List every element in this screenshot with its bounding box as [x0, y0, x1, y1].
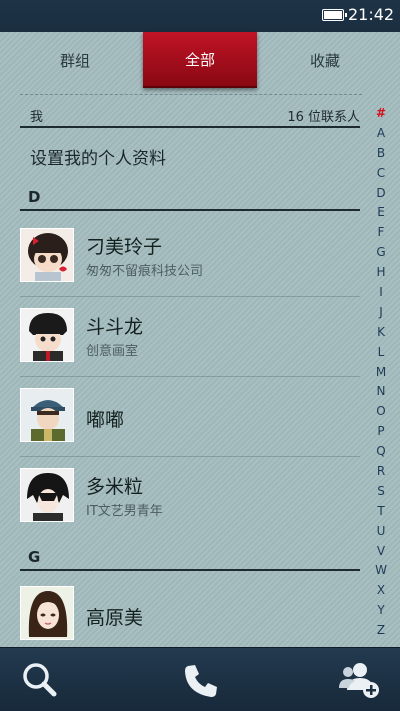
avatar — [20, 388, 74, 442]
me-header: 我 16 位联系人 — [20, 106, 360, 125]
tab-favorites[interactable]: 收藏 — [250, 32, 400, 88]
status-time: 21:42 — [348, 5, 395, 24]
section-divider — [20, 126, 360, 128]
index-letter[interactable]: C — [368, 164, 394, 184]
contact-name: 嘟嘟 — [86, 409, 125, 431]
section-divider — [20, 209, 360, 211]
contact-subtitle: 创意画室 — [86, 344, 139, 359]
search-button[interactable] — [20, 660, 60, 700]
index-letter[interactable]: B — [368, 144, 394, 164]
tab-all[interactable]: 全部 — [143, 32, 257, 88]
index-letter[interactable]: W — [368, 561, 394, 581]
tab-bar: 群组 全部 收藏 — [0, 32, 400, 95]
contact-subtitle: IT文艺男青年 — [86, 504, 163, 519]
avatar — [20, 228, 74, 282]
avatar — [20, 468, 74, 522]
contacts-panel: 群组 全部 收藏 我 16 位联系人 设置我的个人资料 D 刁美玲子 匆匆不留痕… — [0, 32, 400, 647]
index-letter[interactable]: U — [368, 522, 394, 542]
avatar — [20, 308, 74, 362]
add-contact-button[interactable] — [338, 660, 379, 700]
index-letter[interactable]: Z — [368, 621, 394, 641]
contact-name: 多米粒 — [86, 476, 144, 498]
setup-profile-item[interactable]: 设置我的个人资料 — [30, 144, 166, 169]
tab-divider — [20, 94, 362, 95]
phone-icon — [185, 665, 217, 697]
section-letter: D — [28, 188, 41, 206]
index-letter[interactable]: # — [368, 104, 394, 124]
contact-name: 斗斗龙 — [86, 316, 144, 338]
index-letter[interactable]: N — [368, 382, 394, 402]
index-letter[interactable]: G — [368, 243, 394, 263]
section-letter: G — [28, 548, 41, 566]
index-letter[interactable]: L — [368, 343, 394, 363]
row-divider — [20, 376, 360, 377]
bottom-toolbar — [0, 647, 400, 711]
call-button[interactable] — [180, 660, 220, 700]
index-letter[interactable]: R — [368, 462, 394, 482]
row-divider — [20, 296, 360, 297]
contact-count: 16 位联系人 — [287, 110, 360, 125]
index-letter[interactable]: J — [368, 303, 394, 323]
index-letter[interactable]: T — [368, 502, 394, 522]
search-icon — [23, 663, 57, 697]
section-header-g: G — [20, 542, 360, 572]
section-header-d: D — [20, 182, 360, 212]
index-letter[interactable]: A — [368, 124, 394, 144]
contact-name: 高原美 — [86, 607, 144, 629]
add-contact-icon — [339, 663, 379, 698]
index-letter[interactable]: V — [368, 542, 394, 562]
index-letter[interactable]: H — [368, 263, 394, 283]
avatar — [20, 586, 74, 640]
contact-item[interactable]: 嘟嘟 — [20, 388, 360, 468]
index-letter[interactable]: O — [368, 402, 394, 422]
index-letter[interactable]: E — [368, 203, 394, 223]
index-letter[interactable]: Q — [368, 442, 394, 462]
index-letter[interactable]: K — [368, 323, 394, 343]
index-letter[interactable]: Y — [368, 601, 394, 621]
index-letter[interactable]: I — [368, 283, 394, 303]
contact-name: 刁美玲子 — [86, 236, 163, 258]
contact-item[interactable]: 多米粒 IT文艺男青年 — [20, 468, 360, 548]
index-letter[interactable]: P — [368, 422, 394, 442]
contact-subtitle: 匆匆不留痕科技公司 — [86, 264, 204, 279]
row-divider — [20, 456, 360, 457]
tab-groups[interactable]: 群组 — [0, 32, 150, 88]
index-letter[interactable]: M — [368, 363, 394, 383]
me-label: 我 — [30, 110, 44, 125]
index-letter[interactable]: S — [368, 482, 394, 502]
contact-item[interactable]: 刁美玲子 匆匆不留痕科技公司 — [20, 228, 360, 308]
index-letter[interactable]: D — [368, 184, 394, 204]
index-letter[interactable]: X — [368, 581, 394, 601]
index-letter[interactable]: F — [368, 223, 394, 243]
alphabet-index[interactable]: # A B C D E F G H I J K L M N O P Q R S T U V W X Y Z — [368, 104, 394, 641]
battery-full-icon — [322, 9, 347, 21]
contact-item[interactable]: 斗斗龙 创意画室 — [20, 308, 360, 388]
section-divider — [20, 569, 360, 571]
status-bar: 21:42 — [0, 0, 400, 32]
